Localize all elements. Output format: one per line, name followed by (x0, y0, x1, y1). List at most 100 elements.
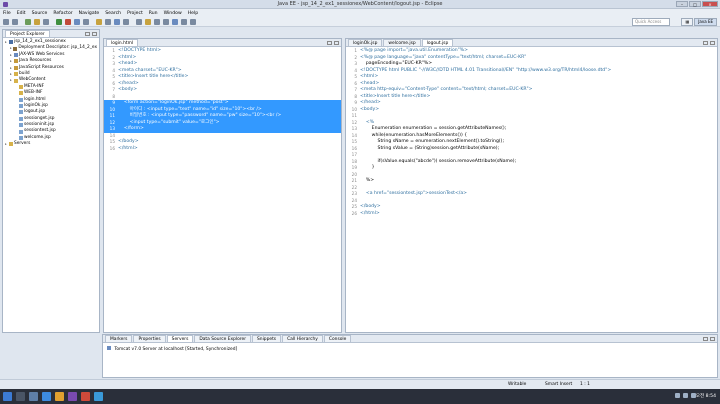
menu-navigate[interactable]: Navigate (79, 11, 100, 16)
perspective-java-ee[interactable]: Java EE (694, 18, 717, 26)
code-text[interactable]: <%@ page import="java.util.Enumeration"%… (360, 48, 717, 217)
tab-logout-jsp[interactable]: logout.jsp (421, 39, 454, 46)
menu-run[interactable]: Run (149, 11, 158, 16)
title-bar: Java EE - jsp_14_2_ex1_sessionex/WebCont… (0, 0, 720, 9)
folder-icon[interactable] (96, 18, 102, 25)
server-icon (107, 346, 111, 350)
annotation-icon[interactable] (181, 18, 187, 25)
minimize-editor-icon[interactable] (327, 40, 332, 45)
code-text[interactable]: <!DOCTYPE html> <html> <head> <meta charset… (118, 48, 341, 152)
media-icon[interactable] (81, 392, 90, 401)
tab-markers[interactable]: Markers (105, 335, 133, 342)
servers-panel: Markers Properties Servers Data Source Expl… (102, 334, 718, 378)
menu-search[interactable]: Search (105, 11, 121, 16)
menu-source[interactable]: Source (32, 11, 48, 16)
status-bar: Writable Smart Insert 1 : 1 (0, 379, 720, 389)
tab-project-explorer[interactable]: Project Explorer (5, 30, 50, 37)
eclipse-icon (3, 2, 8, 7)
editor-login-html: login.html 1 2 3 4 5 6 7 8 9 10 11 12 13 14 15 16 <!DOC… (103, 38, 342, 333)
refactor-icon[interactable] (105, 18, 111, 25)
task-view-icon[interactable] (16, 392, 25, 401)
menu-help[interactable]: Help (188, 11, 198, 16)
code-line[interactable]: </html> (118, 146, 341, 153)
eclipse-icon[interactable] (68, 392, 77, 401)
start-icon[interactable] (3, 392, 12, 401)
menu-window[interactable]: Window (164, 11, 182, 16)
tree-item[interactable]: ▸ Servers (5, 141, 97, 147)
maximize-button[interactable]: □ (689, 1, 701, 7)
tree-node-icon (9, 142, 13, 147)
tree-node-icon (19, 91, 23, 96)
task-icon[interactable] (172, 18, 178, 25)
minimize-editor-icon[interactable] (703, 40, 708, 45)
code-area-right[interactable]: 1 2 3 4 5 6 7 8 9 10 11 12 13 14 15 16 17 18 19 20 21 22 23 24 2… (346, 48, 717, 332)
bookmark-icon[interactable] (145, 18, 151, 25)
minimize-view-icon[interactable] (85, 31, 90, 36)
menu-refactor[interactable]: Refactor (53, 11, 72, 16)
volume-icon[interactable] (683, 393, 688, 398)
tab-loginok-jsp[interactable]: loginOk.jsp (348, 39, 383, 46)
expand-arrow-icon[interactable]: ▸ (5, 39, 8, 45)
open-icon[interactable] (34, 18, 40, 25)
status-writable: Writable (508, 382, 527, 387)
save-icon[interactable] (12, 18, 18, 25)
debug-icon[interactable] (25, 18, 31, 25)
project-tree: ▸ jsp_14_2_ex1_sessionex ▸ Deployment Descr… (3, 38, 99, 149)
prev-edit-icon[interactable] (154, 18, 160, 25)
tree-node-icon (14, 72, 18, 77)
browser-icon[interactable] (42, 392, 51, 401)
clock: 오전 8:54 (695, 394, 716, 399)
line-number: 16 (109, 145, 115, 151)
tree-node-icon (14, 65, 18, 70)
taskbar (0, 389, 720, 404)
print-icon[interactable] (43, 18, 49, 25)
tab-servers[interactable]: Servers (166, 335, 194, 342)
window-controls: – □ × (676, 1, 718, 7)
tab-data-source-explorer[interactable]: Data Source Explorer (194, 335, 251, 342)
server-entry[interactable]: Tomcat v7.0 Server at localhost [Started… (103, 343, 717, 355)
tab-console[interactable]: Console (323, 335, 352, 342)
new-icon[interactable] (3, 18, 9, 25)
expand-arrow-icon[interactable]: ▸ (10, 77, 13, 83)
tab-welcome-jsp[interactable]: welcome.jsp (383, 39, 421, 46)
stop-icon[interactable] (65, 18, 71, 25)
open-perspective-button[interactable]: ▦ (681, 18, 694, 26)
maximize-view-icon[interactable] (710, 336, 715, 341)
folder-icon[interactable] (55, 392, 64, 401)
tab-snippets[interactable]: Snippets (252, 335, 282, 342)
minimize-view-icon[interactable] (703, 336, 708, 341)
tree-node-icon (19, 97, 23, 102)
file-explorer-icon[interactable] (29, 392, 38, 401)
search-icon[interactable] (83, 18, 89, 25)
tab-properties[interactable]: Properties (133, 335, 166, 342)
maximize-editor-icon[interactable] (334, 40, 339, 45)
tree-node-icon (19, 84, 23, 89)
perspective-icon[interactable] (114, 18, 120, 25)
tree-node-icon (19, 116, 23, 121)
pin-icon[interactable] (190, 18, 196, 25)
tab-call-hierarchy[interactable]: Call Hierarchy (282, 335, 323, 342)
line-number: 26 (351, 210, 357, 216)
app-icon[interactable] (94, 392, 103, 401)
network-icon[interactable] (675, 393, 680, 398)
menu-edit[interactable]: Edit (17, 11, 26, 16)
expand-arrow-icon[interactable]: ▸ (5, 141, 8, 147)
menu-project[interactable]: Project (127, 11, 143, 16)
minimize-button[interactable]: – (676, 1, 688, 7)
next-edit-icon[interactable] (163, 18, 169, 25)
maximize-editor-icon[interactable] (710, 40, 715, 45)
run-icon[interactable] (56, 18, 62, 25)
quick-access-input[interactable]: Quick Access (632, 18, 670, 26)
maximize-view-icon[interactable] (92, 31, 97, 36)
menu-file[interactable]: File (3, 11, 11, 16)
server-icon[interactable] (74, 18, 80, 25)
tab-login-html[interactable]: login.html (106, 39, 139, 46)
back-icon[interactable] (123, 18, 129, 25)
tree-node-icon (14, 52, 18, 57)
tree-node-icon (19, 129, 23, 134)
forward-icon[interactable] (136, 18, 142, 25)
code-line[interactable]: </html> (360, 211, 717, 218)
close-button[interactable]: × (702, 1, 718, 7)
code-area-left[interactable]: 1 2 3 4 5 6 7 8 9 10 11 12 13 14 15 16 <!DOCTYPE html> <… (104, 48, 341, 332)
editor-left-controls (327, 40, 341, 45)
